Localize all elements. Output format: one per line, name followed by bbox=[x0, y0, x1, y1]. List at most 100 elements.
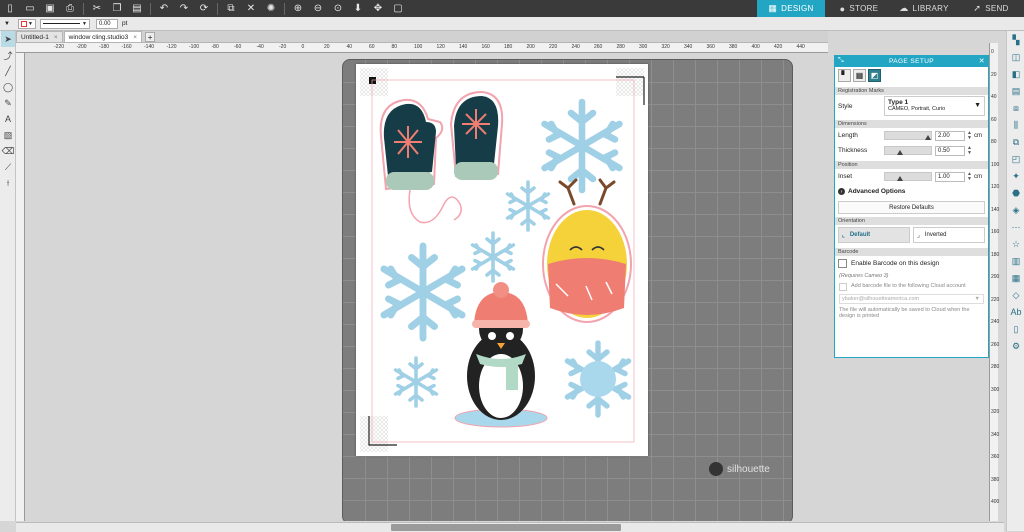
inset-slider[interactable] bbox=[884, 172, 932, 181]
thickness-input[interactable]: 0.50 bbox=[935, 145, 965, 156]
layers-icon[interactable]: ◈ bbox=[1009, 202, 1023, 218]
select-tool-icon[interactable]: ➤ bbox=[1, 31, 15, 47]
open-icon[interactable]: ▭ bbox=[23, 2, 37, 16]
inset-stepper[interactable]: ▲ ▼ bbox=[967, 171, 972, 182]
add-barcode-checkbox[interactable] bbox=[839, 283, 847, 291]
refresh-icon[interactable]: ⟳ bbox=[197, 2, 211, 16]
tab-send[interactable]: ➚ SEND bbox=[958, 0, 1024, 17]
knife-tool-icon[interactable]: ⟋ bbox=[1, 159, 15, 175]
library-icon[interactable]: ▥ bbox=[1009, 253, 1023, 269]
pan-icon[interactable]: ✥ bbox=[371, 2, 385, 16]
thickness-stepper[interactable]: ▲ ▼ bbox=[967, 145, 972, 156]
offset-icon[interactable]: ◰ bbox=[1009, 151, 1023, 167]
page-setup-icon[interactable]: ▚ bbox=[1009, 32, 1023, 48]
close-icon[interactable]: × bbox=[54, 34, 58, 41]
eyedropper-tool-icon[interactable]: ⟊ bbox=[1, 175, 15, 191]
redo-icon[interactable]: ↷ bbox=[177, 2, 191, 16]
new-file-icon[interactable]: ▯ bbox=[3, 2, 17, 16]
restore-defaults-button[interactable]: Restore Defaults bbox=[838, 201, 985, 214]
edit-points-icon[interactable]: ⤴ bbox=[1, 47, 15, 63]
zoom-in-icon[interactable]: ⊕ bbox=[291, 2, 305, 16]
mittens-sticker[interactable] bbox=[379, 90, 504, 224]
zoom-out-icon[interactable]: ⊖ bbox=[311, 2, 325, 16]
delete-icon[interactable]: ✕ bbox=[244, 2, 258, 16]
length-slider[interactable] bbox=[884, 131, 932, 140]
doc-tab[interactable]: window cling.studio3 × bbox=[63, 31, 143, 42]
sketch-icon[interactable]: ▦ bbox=[1009, 270, 1023, 286]
orientation-inverted-option[interactable]: ⌟ Inverted bbox=[913, 227, 985, 243]
snowflake-sticker[interactable] bbox=[505, 180, 551, 232]
advanced-options-toggle[interactable]: › Advanced Options bbox=[835, 184, 988, 199]
enable-barcode-checkbox[interactable] bbox=[838, 259, 847, 268]
collapse-icon[interactable]: ⤡ bbox=[838, 57, 844, 65]
fit-page-icon[interactable]: ▢ bbox=[391, 2, 405, 16]
line-color-icon[interactable]: ▤ bbox=[1009, 83, 1023, 99]
slider-thumb[interactable] bbox=[896, 150, 903, 155]
penguin-sticker[interactable] bbox=[454, 282, 548, 428]
tab-library[interactable]: ☁ LIBRARY bbox=[892, 0, 956, 17]
line-tool-icon[interactable]: ╱ bbox=[1, 63, 15, 79]
inset-input[interactable]: 1.00 bbox=[935, 171, 965, 182]
trace-icon[interactable]: ⧉ bbox=[224, 2, 238, 16]
wand-icon[interactable]: ✺ bbox=[264, 2, 278, 16]
doc-tab[interactable]: Untitled-1 × bbox=[16, 31, 63, 42]
align-icon[interactable]: ⫼ bbox=[1009, 117, 1023, 133]
pencil-tool-icon[interactable]: ✎ bbox=[1, 95, 15, 111]
ruler-tick-label: -20 bbox=[279, 44, 287, 50]
page-icon[interactable]: ▘ bbox=[838, 69, 851, 82]
paste-icon[interactable]: ▤ bbox=[130, 2, 144, 16]
cut-icon[interactable]: ✂ bbox=[90, 2, 104, 16]
print-icon[interactable]: ⎙ bbox=[63, 2, 77, 16]
paint-tool-icon[interactable]: ▧ bbox=[1, 127, 15, 143]
design-page[interactable] bbox=[356, 64, 648, 456]
add-tab-button[interactable]: + bbox=[145, 32, 156, 42]
undo-icon[interactable]: ↶ bbox=[157, 2, 171, 16]
replicate-icon[interactable]: ⧉ bbox=[1009, 134, 1023, 150]
save-icon[interactable]: ▣ bbox=[43, 2, 57, 16]
close-icon[interactable]: ✕ bbox=[979, 57, 985, 65]
mat-grid-line bbox=[673, 60, 674, 521]
line-width-input[interactable]: 0.00 bbox=[95, 18, 118, 29]
zoom-fit-icon[interactable]: ⊙ bbox=[331, 2, 345, 16]
fill-icon[interactable]: ◧ bbox=[1009, 66, 1023, 82]
copy-icon[interactable]: ❐ bbox=[110, 2, 124, 16]
reindeer-owl-sticker[interactable] bbox=[542, 178, 632, 323]
ellipse-tool-icon[interactable]: ◯ bbox=[1, 79, 15, 95]
slider-thumb[interactable] bbox=[924, 135, 931, 140]
tab-design[interactable]: ▦ DESIGN bbox=[757, 0, 825, 17]
trace-icon[interactable]: ✦ bbox=[1009, 168, 1023, 184]
length-stepper[interactable]: ▲ ▼ bbox=[967, 130, 972, 141]
cut-settings-icon[interactable]: ◫ bbox=[1009, 49, 1023, 65]
style-select[interactable]: Type 1 CAMEO, Portrait, Curio ▼ bbox=[884, 96, 985, 116]
tab-store[interactable]: ● STORE bbox=[828, 0, 890, 17]
text-tool-icon[interactable]: A bbox=[1, 111, 15, 127]
scrollbar-thumb[interactable] bbox=[391, 524, 621, 531]
line-color-swatch[interactable]: ▼ bbox=[17, 18, 36, 29]
weld-icon[interactable]: ⋯ bbox=[1009, 219, 1023, 235]
snowflake-sticker[interactable] bbox=[567, 343, 628, 415]
text-style-icon[interactable]: Ab bbox=[1009, 304, 1023, 320]
slider-thumb[interactable] bbox=[896, 176, 903, 181]
grid-icon[interactable]: ▦ bbox=[853, 69, 866, 82]
snowflake-sticker[interactable] bbox=[393, 356, 439, 408]
snowflake-sticker[interactable] bbox=[545, 102, 620, 190]
horizontal-scrollbar[interactable] bbox=[16, 522, 1004, 532]
length-input[interactable]: 2.00 bbox=[935, 130, 965, 141]
snowflake-sticker[interactable] bbox=[384, 246, 462, 338]
transform-icon[interactable]: ⧈ bbox=[1009, 100, 1023, 116]
cloud-account-select[interactable]: ybaker@silhouetteamerica.com ▼ bbox=[839, 294, 984, 304]
shapes-icon[interactable]: ◇ bbox=[1009, 287, 1023, 303]
eraser-tool-icon[interactable]: ⌫ bbox=[1, 143, 15, 159]
modify-icon[interactable]: ⬣ bbox=[1009, 185, 1023, 201]
close-icon[interactable]: × bbox=[133, 34, 137, 41]
document-icon[interactable]: ▯ bbox=[1009, 321, 1023, 337]
snowflake-sticker[interactable] bbox=[470, 231, 516, 283]
orientation-default-option[interactable]: ⌞ Default bbox=[838, 227, 910, 243]
registration-marks-icon[interactable]: ◩ bbox=[868, 69, 881, 82]
fill-dropdown-icon[interactable]: ▼ bbox=[4, 21, 10, 27]
star-icon[interactable]: ☆ bbox=[1009, 236, 1023, 252]
settings-icon[interactable]: ⚙ bbox=[1009, 338, 1023, 354]
thickness-slider[interactable] bbox=[884, 146, 932, 155]
move-down-icon[interactable]: ⬇ bbox=[351, 2, 365, 16]
line-style-select[interactable]: ▼ bbox=[39, 18, 90, 29]
